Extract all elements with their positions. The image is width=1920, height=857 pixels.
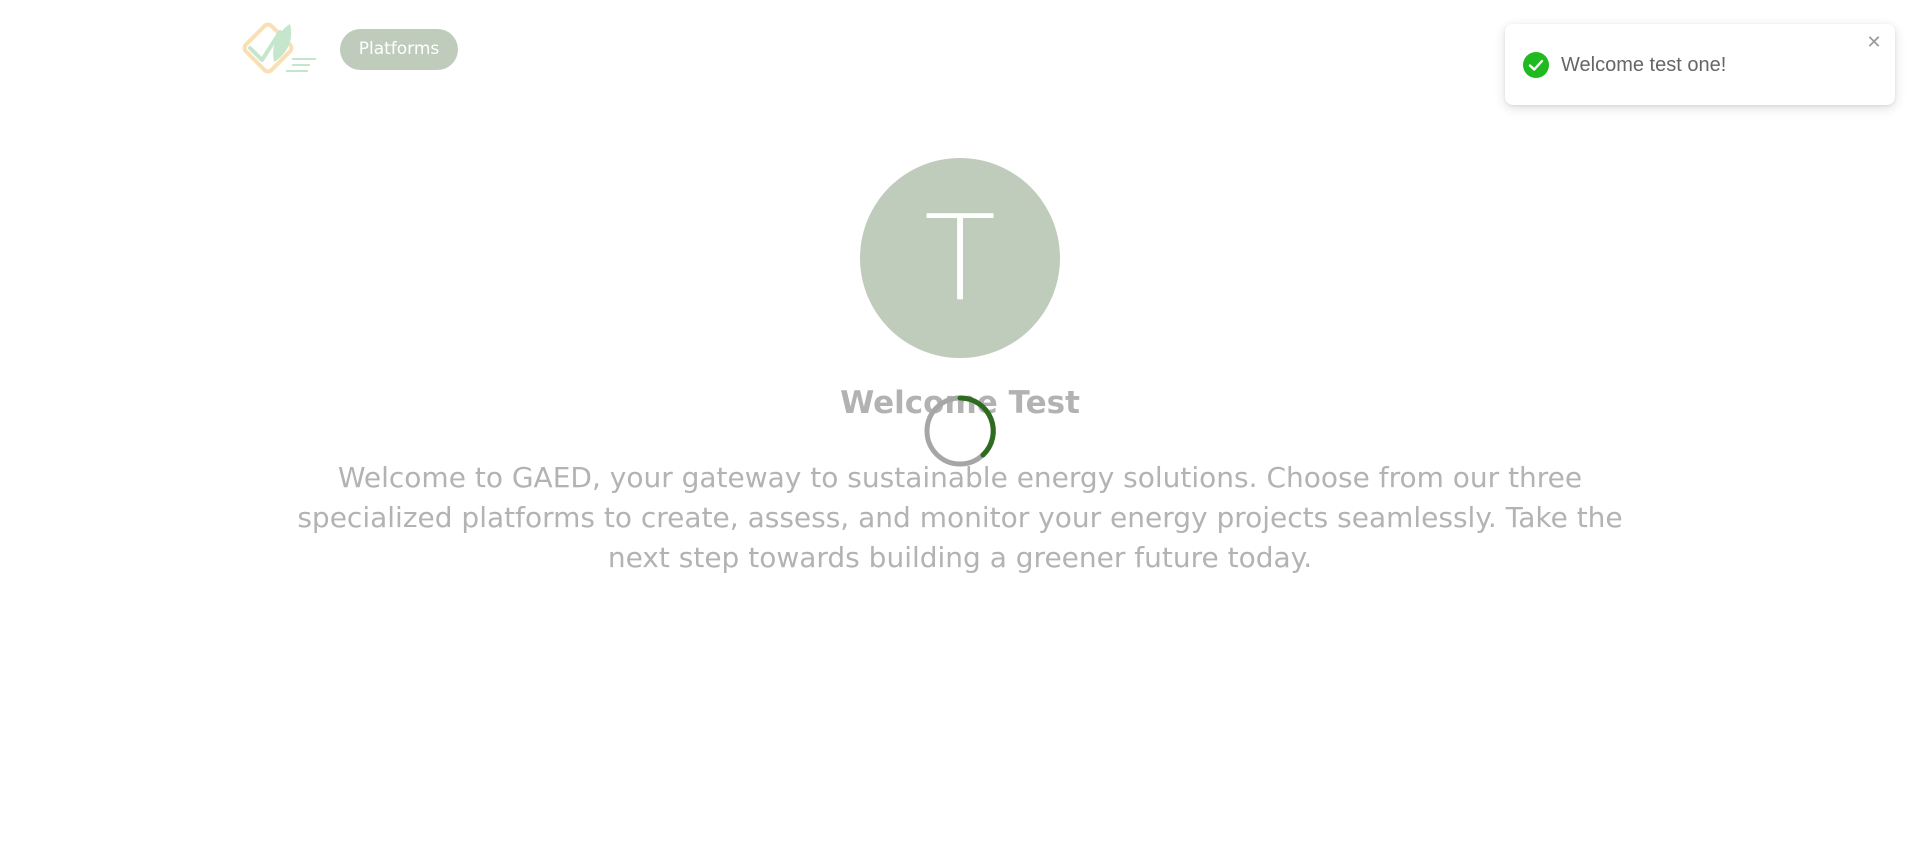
gaed-logo-icon bbox=[242, 22, 316, 74]
avatar: T bbox=[860, 158, 1060, 358]
page: Platforms T Welcome Test Welcome to GAED… bbox=[0, 0, 1920, 857]
gaed-logo[interactable] bbox=[240, 18, 320, 82]
success-check-icon bbox=[1523, 52, 1549, 78]
welcome-toast: Welcome test one! ✕ bbox=[1505, 24, 1895, 105]
platforms-button[interactable]: Platforms bbox=[340, 29, 458, 70]
close-icon[interactable]: ✕ bbox=[1863, 32, 1885, 54]
intro-text: Welcome to GAED, your gateway to sustain… bbox=[297, 461, 1623, 574]
loading-spinner-icon bbox=[922, 393, 998, 469]
toast-message: Welcome test one! bbox=[1561, 54, 1727, 76]
